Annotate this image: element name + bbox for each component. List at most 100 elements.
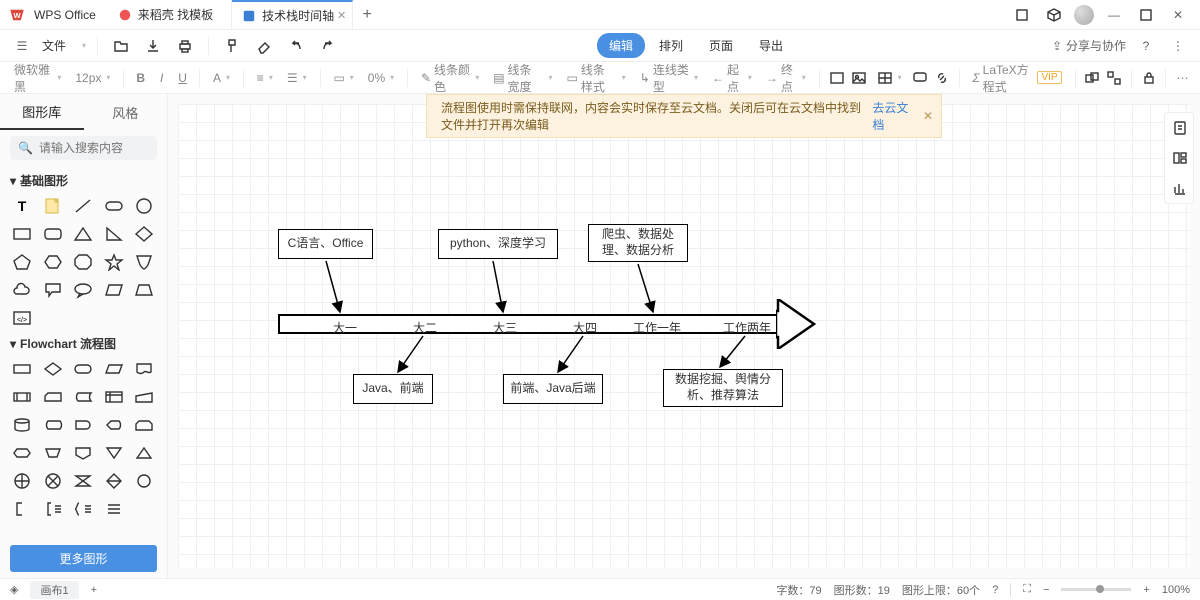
hamburger-icon[interactable]: ☰: [10, 34, 34, 58]
mode-tab-export[interactable]: 导出: [747, 33, 795, 58]
start-arrow-button[interactable]: ←起点▾: [708, 61, 756, 95]
shape-loop-limit[interactable]: [132, 414, 156, 436]
open-icon[interactable]: [109, 34, 133, 58]
shape-preparation[interactable]: [10, 442, 34, 464]
shape-sort[interactable]: [102, 470, 126, 492]
mode-tab-page[interactable]: 页面: [697, 33, 745, 58]
mode-tab-arrange[interactable]: 排列: [647, 33, 695, 58]
shape-text[interactable]: T: [10, 195, 34, 217]
shape-display[interactable]: [102, 414, 126, 436]
share-button[interactable]: ⇪ 分享与协作: [1052, 37, 1126, 54]
layout-icon[interactable]: [1165, 143, 1195, 173]
section-header-flowchart[interactable]: ▾ Flowchart 流程图: [10, 335, 157, 352]
redo-icon[interactable]: [316, 34, 340, 58]
sheet-tab[interactable]: 画布1: [30, 581, 78, 599]
canvas[interactable]: 流程图使用时需保持联网，内容会实时保存至云文档。关闭后可在云文档中找到文件并打开…: [168, 94, 1200, 578]
shape-cloud[interactable]: [10, 279, 34, 301]
group-icon[interactable]: [1084, 69, 1100, 87]
insert-comment-icon[interactable]: [912, 69, 928, 87]
shape-collate[interactable]: [71, 470, 95, 492]
shape-line[interactable]: [71, 195, 95, 217]
shape-roundrect2[interactable]: [41, 223, 65, 245]
maximize-button[interactable]: [1134, 3, 1158, 27]
shape-manual-input[interactable]: [132, 386, 156, 408]
file-menu[interactable]: 文件: [42, 37, 66, 54]
insert-image-icon[interactable]: [829, 69, 845, 87]
minimize-button[interactable]: —: [1102, 3, 1126, 27]
shape-decision[interactable]: [41, 358, 65, 380]
shape-merge[interactable]: [102, 442, 126, 464]
zoom-slider[interactable]: [1061, 588, 1131, 591]
shape-offpage[interactable]: [71, 442, 95, 464]
bold-button[interactable]: B: [133, 69, 148, 87]
list-button[interactable]: ☰▾: [283, 71, 311, 85]
shape-terminator[interactable]: [71, 358, 95, 380]
close-icon[interactable]: ✕: [337, 9, 346, 22]
shape-right-triangle[interactable]: [102, 223, 126, 245]
shape-pentagon[interactable]: [10, 251, 34, 273]
font-size-select[interactable]: 12px▾: [71, 71, 114, 85]
help-icon[interactable]: ?: [992, 584, 998, 596]
shape-document[interactable]: [132, 358, 156, 380]
shape-circle[interactable]: [132, 195, 156, 217]
shape-trapezoid[interactable]: [132, 279, 156, 301]
shape-shield[interactable]: [132, 251, 156, 273]
font-color-button[interactable]: A▾: [209, 71, 234, 85]
shape-process[interactable]: [10, 358, 34, 380]
fill-color-button[interactable]: ▭▾: [329, 71, 357, 85]
more-icon[interactable]: ⋮: [1166, 34, 1190, 58]
mode-tab-edit[interactable]: 编辑: [597, 33, 645, 58]
add-tab-button[interactable]: +: [353, 0, 381, 29]
shape-rect[interactable]: [10, 223, 34, 245]
settings-icon[interactable]: ⋯: [1175, 69, 1190, 87]
print-icon[interactable]: [173, 34, 197, 58]
download-icon[interactable]: [141, 34, 165, 58]
shape-octagon[interactable]: [71, 251, 95, 273]
latex-button[interactable]: Σ LaTeX方程式 VIP: [968, 61, 1065, 95]
close-icon[interactable]: ✕: [923, 109, 933, 123]
zoom-out-button[interactable]: −: [1043, 584, 1049, 596]
shape-code[interactable]: </>: [10, 307, 34, 329]
ungroup-icon[interactable]: [1106, 69, 1122, 87]
shape-bracket[interactable]: [71, 498, 95, 520]
shape-sum[interactable]: [41, 470, 65, 492]
layers-icon[interactable]: ◈: [10, 583, 18, 596]
shape-connector[interactable]: [132, 470, 156, 492]
font-family-select[interactable]: 微软雅黑▾: [10, 61, 65, 95]
shape-extract[interactable]: [132, 442, 156, 464]
doc-tab-templates[interactable]: 来稻壳 找模板: [108, 0, 232, 29]
end-arrow-button[interactable]: →终点▾: [762, 61, 810, 95]
shape-search[interactable]: 🔍: [10, 136, 157, 160]
line-color-button[interactable]: ✎线条颜色▾: [417, 61, 483, 95]
underline-button[interactable]: U: [175, 69, 190, 87]
cube-icon[interactable]: [1042, 3, 1066, 27]
insert-link-icon[interactable]: [934, 69, 950, 87]
shape-speech[interactable]: [71, 279, 95, 301]
shape-card[interactable]: [41, 386, 65, 408]
shape-hexagon[interactable]: [41, 251, 65, 273]
opacity-select[interactable]: 0%▾: [364, 71, 398, 85]
insert-picture-icon[interactable]: [851, 69, 867, 87]
italic-button[interactable]: I: [154, 69, 169, 87]
connector-type-button[interactable]: ↳连线类型▾: [636, 61, 702, 95]
shape-delay[interactable]: [71, 414, 95, 436]
window-restore-icon[interactable]: [1010, 3, 1034, 27]
chart-icon[interactable]: [1165, 173, 1195, 203]
shape-triangle[interactable]: [71, 223, 95, 245]
shape-direct-data[interactable]: [41, 414, 65, 436]
add-sheet-button[interactable]: +: [91, 584, 97, 596]
section-header-basic[interactable]: ▾ 基础图形: [10, 172, 157, 189]
properties-icon[interactable]: [1165, 113, 1195, 143]
shape-star[interactable]: [102, 251, 126, 273]
shape-parallelogram[interactable]: [102, 279, 126, 301]
shape-or[interactable]: [10, 470, 34, 492]
zoom-in-button[interactable]: +: [1143, 584, 1149, 596]
insert-table-icon[interactable]: ▾: [873, 70, 906, 86]
format-painter-icon[interactable]: [220, 34, 244, 58]
help-icon[interactable]: ?: [1134, 34, 1158, 58]
undo-icon[interactable]: [284, 34, 308, 58]
sidebar-tab-style[interactable]: 风格: [84, 94, 168, 130]
avatar[interactable]: [1074, 5, 1094, 25]
shape-predefined[interactable]: [10, 386, 34, 408]
line-width-button[interactable]: ▤线条宽度▾: [489, 61, 556, 95]
